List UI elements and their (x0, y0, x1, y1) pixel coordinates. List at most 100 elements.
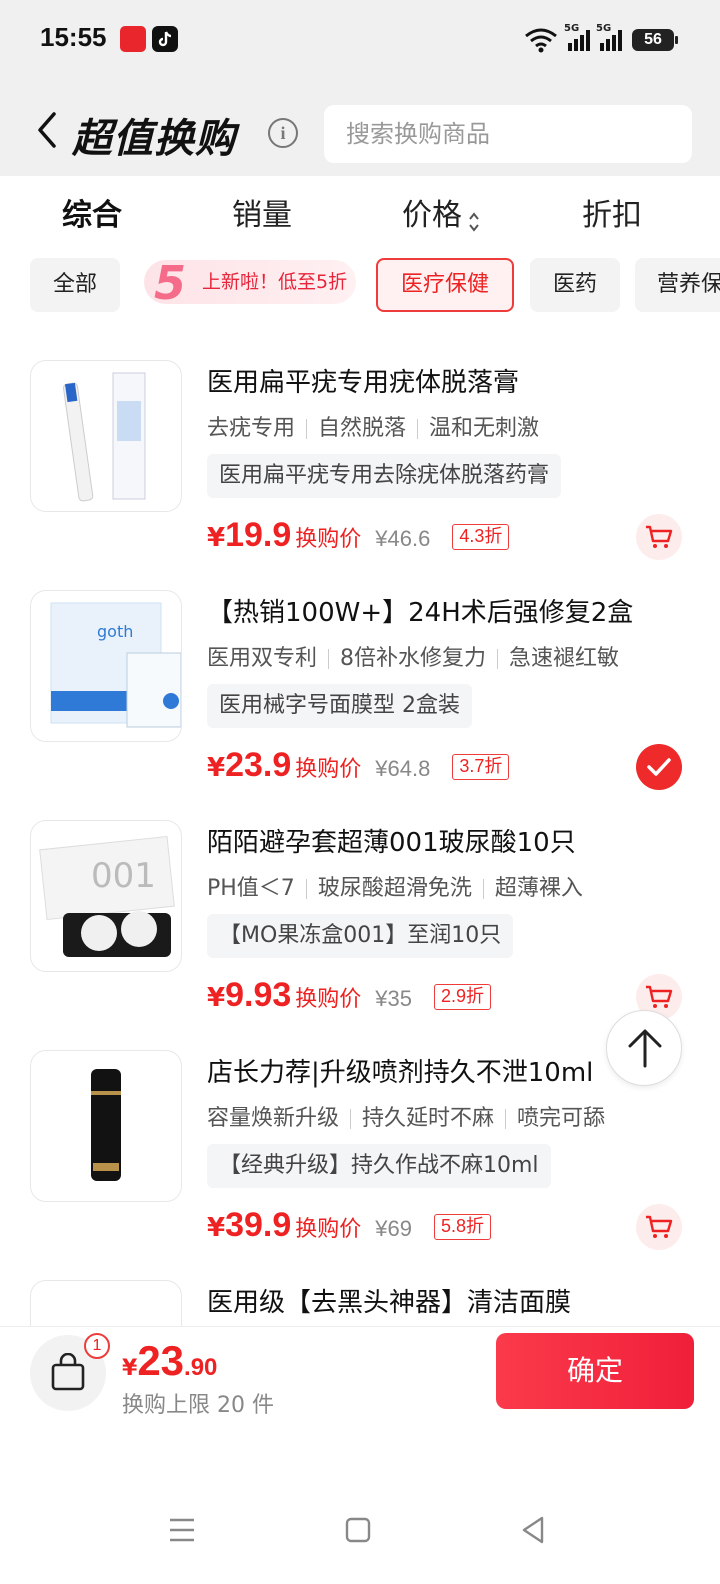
page-header: 超值换购 i (0, 80, 720, 176)
back-to-top-button[interactable] (606, 1010, 682, 1086)
product-price: 19.9 (225, 516, 292, 554)
product-price-row: ¥39.9 换购价 ¥69 5.8折 (207, 1206, 492, 1250)
cart-icon (646, 1215, 673, 1238)
filter-chip-bar: 全部 5 上新啦！低至5折 医疗保健 医药 营养保 (0, 256, 720, 316)
chip-nutrition[interactable]: 营养保 (635, 258, 720, 312)
add-to-cart-button[interactable] (636, 1204, 682, 1250)
chevron-left-icon (38, 112, 56, 148)
menu-icon (170, 1518, 194, 1542)
signal-1-icon: 5G (564, 23, 590, 51)
system-nav-bar (0, 1480, 720, 1584)
product-tag: 玻尿酸超滑免洗 (317, 876, 472, 901)
product-tag: 超薄裸入 (494, 876, 583, 901)
total-integer: 23 (137, 1337, 185, 1384)
product-price: 23.9 (225, 746, 292, 784)
product-item[interactable]: goth 【热销100W+】24H术后强修复2盒 医用双专利 8倍补水修复力 急速褪… (0, 590, 720, 820)
total-decimal: .90 (184, 1354, 218, 1381)
sort-bar: 综合 销量 价格 折扣 (0, 176, 720, 246)
tab-comprehensive[interactable]: 综合 (62, 190, 122, 234)
product-tag: 容量焕新升级 (207, 1106, 340, 1131)
tab-sales[interactable]: 销量 (232, 190, 292, 234)
chip-medicine[interactable]: 医药 (530, 258, 620, 312)
currency-symbol: ¥ (207, 983, 226, 1013)
product-item[interactable]: 医用扁平疣专用疣体脱落膏 去疣专用 自然脱落 温和无刺激 医用扁平疣专用去除疣体脱落… (0, 360, 720, 590)
purchase-limit: 换购上限 20 件 (122, 1393, 274, 1418)
check-icon (647, 758, 671, 776)
home-nav-button[interactable] (338, 1510, 378, 1550)
svg-text:goth: goth (97, 622, 133, 641)
total-price: ¥23.90 (122, 1337, 217, 1385)
triangle-back-icon (522, 1516, 544, 1544)
product-image (30, 360, 182, 512)
product-price-row: ¥9.93 换购价 ¥35 2.9折 (207, 976, 492, 1020)
search-box[interactable] (324, 105, 692, 163)
chip-medical[interactable]: 医疗保健 (376, 258, 514, 312)
discount-badge: 4.3折 (452, 524, 510, 550)
product-tags: 去疣专用 自然脱落 温和无刺激 (207, 410, 539, 442)
product-tag: 8倍补水修复力 (340, 646, 487, 671)
currency-symbol: ¥ (207, 753, 226, 783)
tab-discount[interactable]: 折扣 (582, 190, 642, 234)
product-title: 店长力荐|升级喷剂持久不泄10ml (207, 1058, 594, 1088)
search-input[interactable] (324, 105, 692, 163)
product-item[interactable]: 001 陌陌避孕套超薄001玻尿酸10只 PH值＜7 玻尿酸超滑免洗 超薄裸入 【M… (0, 820, 720, 1050)
info-icon[interactable]: i (268, 118, 298, 148)
product-image: goth (30, 590, 182, 742)
status-time: 15:55 (40, 22, 107, 52)
back-nav-button[interactable] (514, 1510, 554, 1550)
product-title: 【热销100W+】24H术后强修复2盒 (207, 598, 634, 628)
product-spec: 医用扁平疣专用去除疣体脱落药膏 (207, 454, 562, 498)
status-bar: 15:55 5G 5G 56 (0, 0, 720, 80)
checkout-bar: 1 ¥23.90 换购上限 20 件 确定 (0, 1326, 720, 1426)
confirm-button[interactable]: 确定 (496, 1333, 694, 1409)
selected-check-button[interactable] (636, 744, 682, 790)
product-price: 9.93 (225, 976, 292, 1014)
product-tag: 持久延时不麻 (362, 1106, 495, 1131)
app-notification-icon (120, 26, 146, 52)
product-item[interactable]: 医用级【去黑头神器】清洁面膜 (0, 1280, 720, 1326)
product-image (30, 1050, 182, 1202)
add-to-cart-button[interactable] (636, 514, 682, 560)
product-item[interactable]: 店长力荐|升级喷剂持久不泄10ml 容量焕新升级 持久延时不麻 喷完可舔 【经典升级… (0, 1050, 720, 1280)
product-image (30, 1280, 182, 1326)
promo-text: 上新啦！低至5折 (202, 271, 348, 293)
svg-text:001: 001 (91, 856, 156, 896)
price-label: 换购价 (295, 757, 362, 782)
product-tags: PH值＜7 玻尿酸超滑免洗 超薄裸入 (207, 870, 583, 902)
cart-icon (646, 525, 673, 548)
product-tag: 去疣专用 (207, 416, 296, 441)
wifi-icon (525, 28, 557, 53)
currency-symbol: ¥ (122, 1356, 138, 1381)
back-button[interactable] (32, 110, 62, 150)
promo-banner[interactable]: 5 上新啦！低至5折 (144, 256, 356, 310)
product-tag: 医用双专利 (207, 646, 318, 671)
product-title: 医用扁平疣专用疣体脱落膏 (207, 368, 520, 398)
network-label: 5G (596, 23, 612, 34)
discount-badge: 2.9折 (434, 984, 492, 1010)
currency-symbol: ¥ (207, 523, 226, 553)
menu-nav-button[interactable] (162, 1510, 202, 1550)
product-tag: PH值＜7 (207, 876, 295, 901)
price-label: 换购价 (295, 527, 362, 552)
product-price: 39.9 (225, 1206, 292, 1244)
tab-price[interactable]: 价格 (402, 190, 480, 234)
product-tag: 自然脱落 (318, 416, 407, 441)
bag-count-badge: 1 (84, 1333, 110, 1359)
discount-badge: 3.7折 (452, 754, 510, 780)
original-price: ¥35 (375, 986, 413, 1011)
price-label: 换购价 (295, 987, 362, 1012)
product-spec: 【经典升级】持久作战不麻10ml (207, 1144, 551, 1188)
product-tag: 喷完可舔 (517, 1106, 606, 1131)
battery-icon: 56 (632, 29, 678, 51)
original-price: ¥69 (375, 1216, 413, 1241)
product-spec: 【MO果冻盒001】至润10只 (207, 914, 514, 958)
product-image: 001 (30, 820, 182, 972)
product-tags: 医用双专利 8倍补水修复力 急速褪红敏 (207, 640, 619, 672)
discount-badge: 5.8折 (434, 1214, 492, 1240)
product-price-row: ¥19.9 换购价 ¥46.6 4.3折 (207, 516, 510, 560)
chip-all[interactable]: 全部 (30, 258, 120, 312)
promo-badge: 5 (153, 256, 186, 310)
network-label: 5G (564, 23, 580, 34)
page-title: 超值换购 (72, 116, 236, 162)
tiktok-notification-icon (152, 26, 178, 52)
